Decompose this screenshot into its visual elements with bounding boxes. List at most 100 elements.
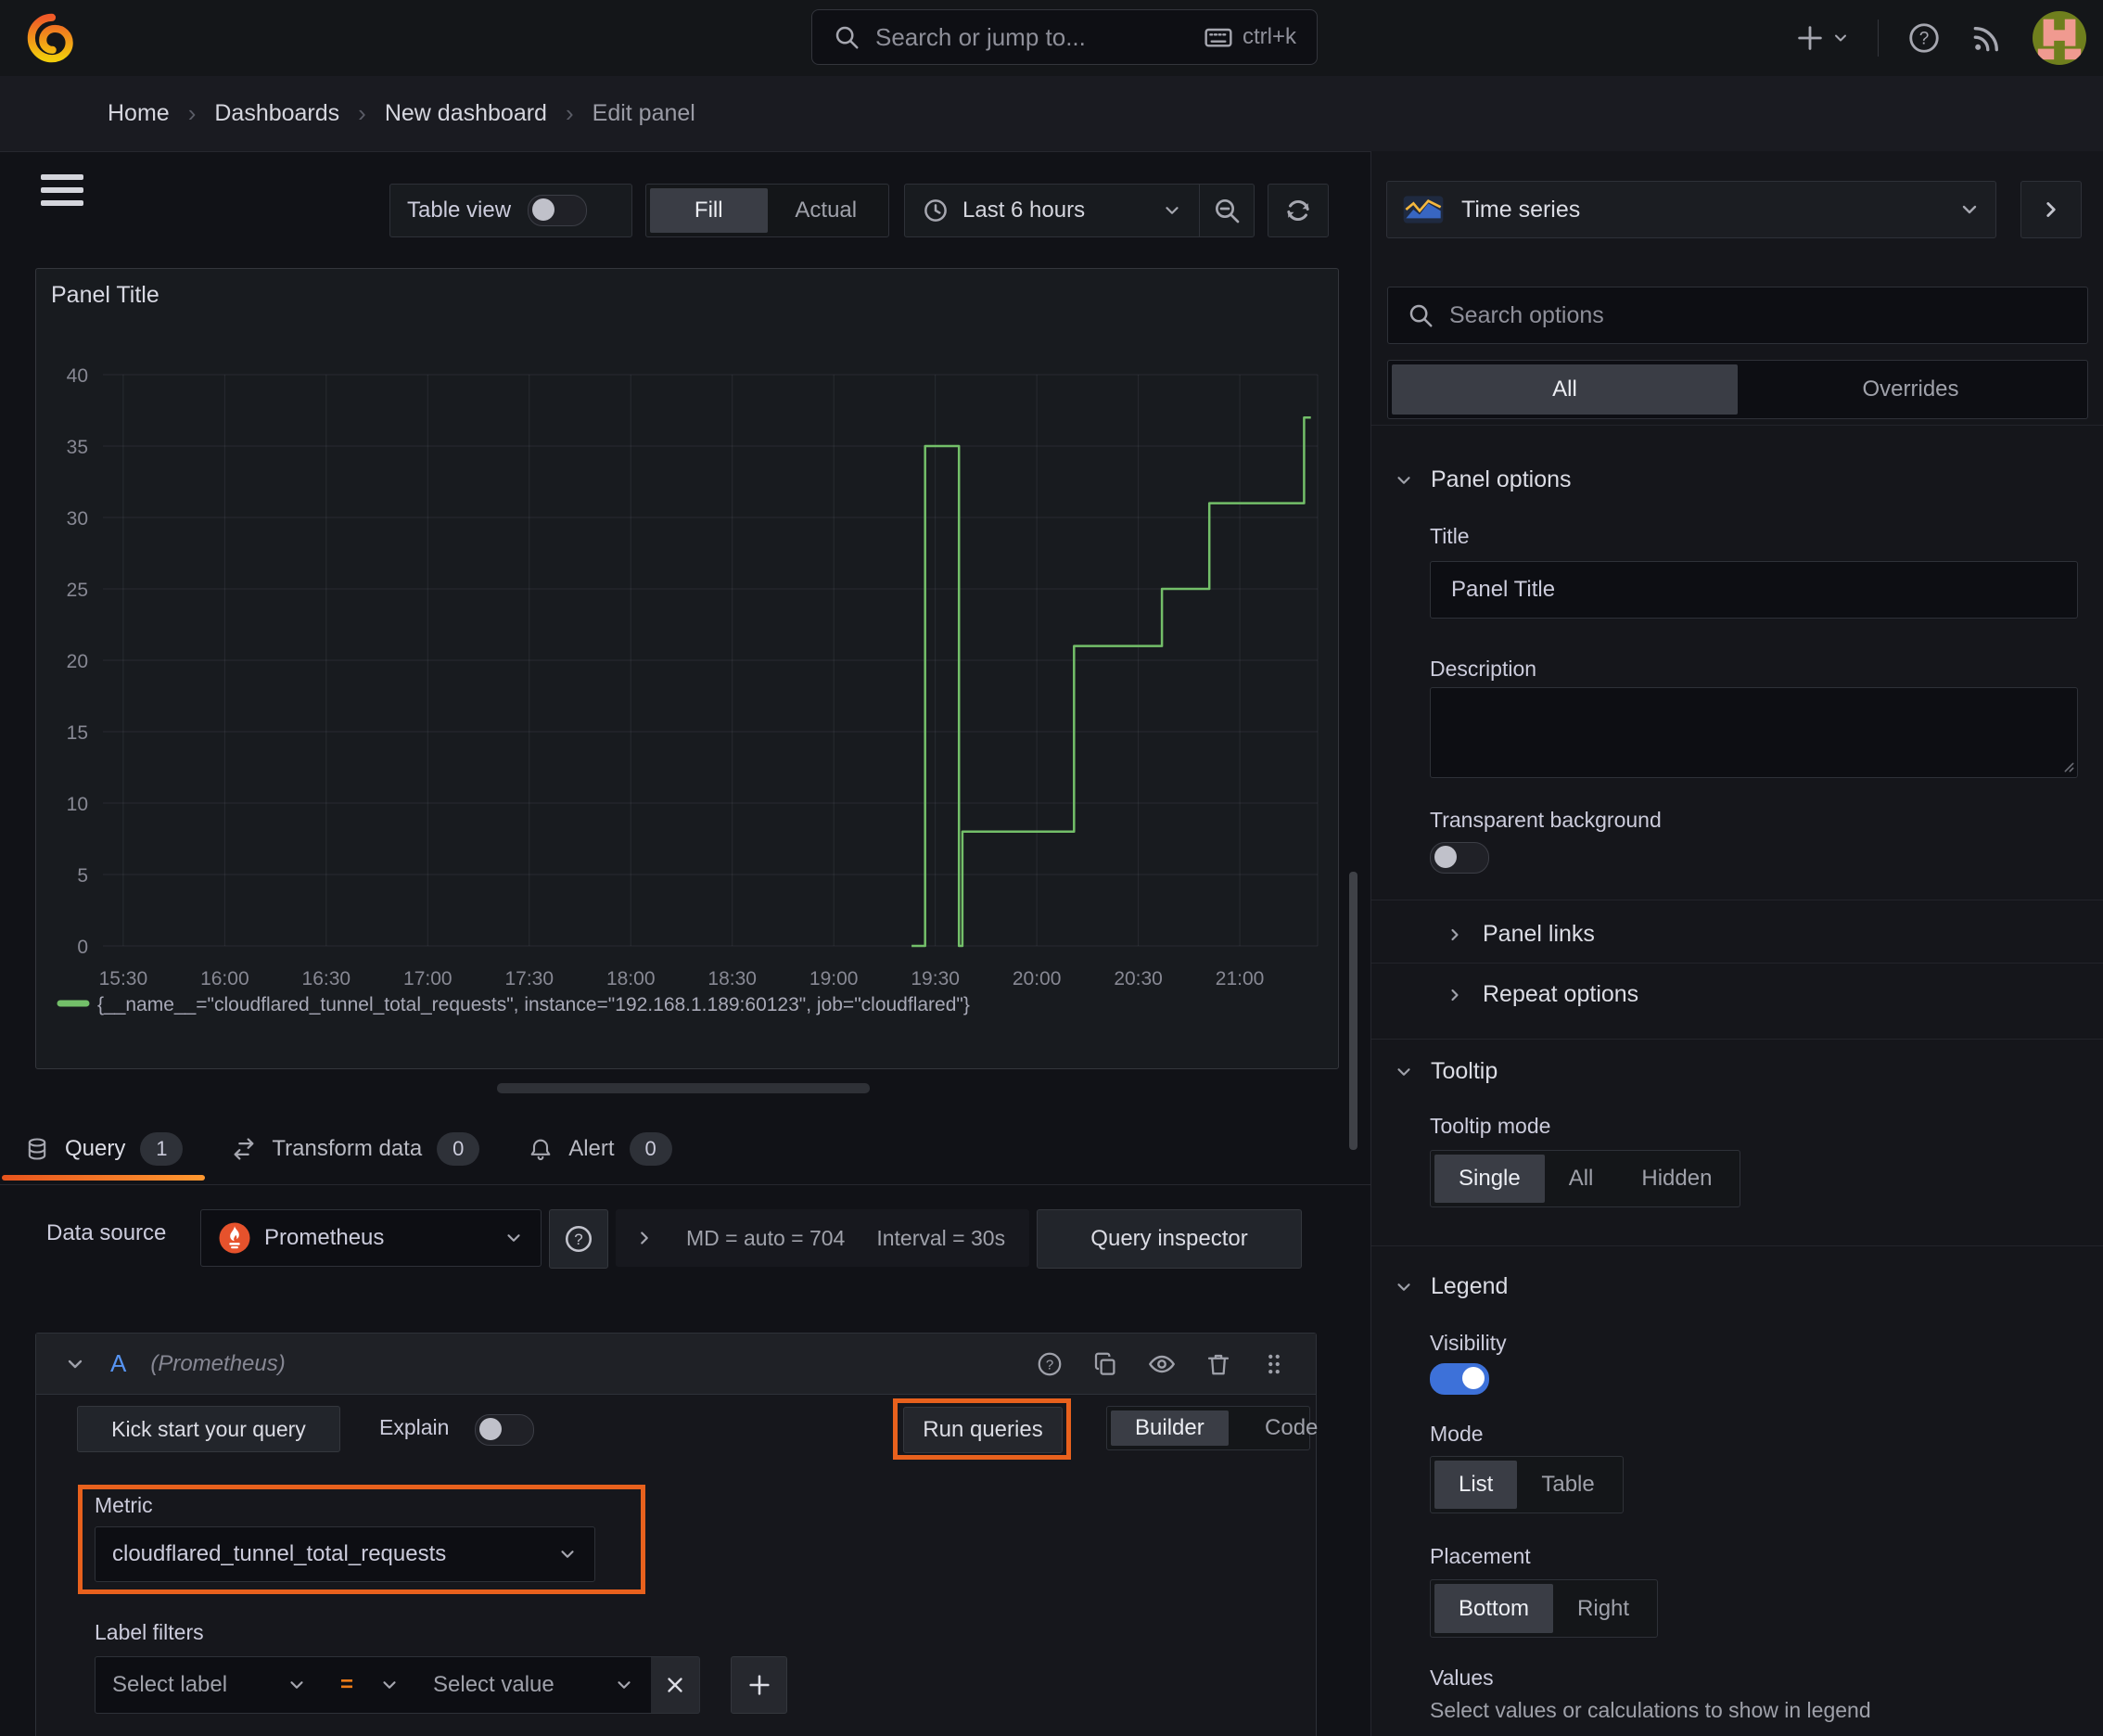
query-inspector-button[interactable]: Query inspector (1037, 1209, 1302, 1269)
chevron-down-icon (1394, 1062, 1414, 1082)
legend-placement-right[interactable]: Right (1553, 1584, 1653, 1633)
datasource-help-button[interactable]: ? (549, 1209, 608, 1269)
chevron-down-icon (614, 1675, 634, 1695)
zoom-out-button[interactable] (1200, 196, 1254, 225)
breadcrumb-home[interactable]: Home (108, 100, 170, 127)
tab-transform-data[interactable]: Transform data 0 (207, 1113, 503, 1184)
news-button[interactable] (1969, 20, 2005, 56)
repeat-options-heading: Repeat options (1483, 981, 1639, 1007)
explain-toggle[interactable] (475, 1414, 534, 1446)
legend-placement-bottom[interactable]: Bottom (1434, 1584, 1554, 1633)
legend-visibility-toggle[interactable] (1430, 1363, 1489, 1395)
tab-query[interactable]: Query 1 (0, 1113, 207, 1184)
chevron-right-icon (1446, 986, 1464, 1004)
tab-query-count: 1 (140, 1131, 184, 1166)
code-option[interactable]: Code (1229, 1410, 1355, 1446)
panel-options-heading: Panel options (1431, 466, 1572, 492)
svg-text:18:00: 18:00 (606, 968, 656, 989)
breadcrumb-dashboards[interactable]: Dashboards (214, 100, 339, 127)
menu-icon[interactable] (41, 174, 83, 206)
chevron-down-icon[interactable] (64, 1353, 86, 1375)
refresh-button[interactable] (1268, 184, 1329, 237)
chevron-right-icon (1446, 925, 1464, 944)
help-button[interactable]: ? (1906, 20, 1942, 56)
builder-option[interactable]: Builder (1111, 1410, 1229, 1446)
repeat-options-section[interactable]: Repeat options (1446, 981, 1638, 1008)
chevron-right-icon (2046, 202, 2056, 217)
svg-text:17:30: 17:30 (504, 968, 554, 989)
tooltip-mode-hidden[interactable]: Hidden (1617, 1155, 1736, 1203)
clock-icon (922, 197, 950, 224)
tooltip-section-header[interactable]: Tooltip (1394, 1058, 1498, 1085)
grafana-logo-icon[interactable] (26, 12, 78, 64)
timeseries-chart[interactable]: 0 5 10 15 20 25 30 35 40 15:30 16:00 16:30 17:00 17:3… (36, 269, 1338, 1068)
tooltip-mode-single[interactable]: Single (1434, 1155, 1545, 1203)
panel-description-textarea[interactable] (1430, 687, 2078, 778)
query-help-icon[interactable]: ? (1036, 1350, 1064, 1378)
breadcrumb-bar: Home › Dashboards › New dashboard › Edit… (0, 76, 2103, 215)
table-view-toggle[interactable] (528, 195, 588, 226)
panel-links-section[interactable]: Panel links (1446, 921, 1595, 948)
svg-text:15:30: 15:30 (99, 968, 148, 989)
select-value-dropdown[interactable]: Select value (416, 1656, 652, 1714)
operator-dropdown[interactable]: = (324, 1656, 417, 1714)
visualization-picker[interactable]: Time series (1386, 181, 1996, 238)
options-search-input[interactable]: Search options (1387, 287, 2088, 344)
add-filter-button[interactable] (731, 1656, 787, 1714)
breadcrumb-separator: › (358, 99, 366, 127)
new-menu-button[interactable] (1794, 22, 1850, 54)
tab-all[interactable]: All (1392, 364, 1738, 415)
panel-options-section-header[interactable]: Panel options (1394, 466, 1572, 493)
fill-option[interactable]: Fill (650, 188, 768, 233)
select-value-placeholder: Select value (433, 1672, 554, 1697)
delete-query-icon[interactable] (1204, 1350, 1232, 1378)
datasource-label: Data source (46, 1220, 167, 1245)
avatar[interactable] (2033, 11, 2086, 65)
table-view-label: Table view (407, 198, 512, 223)
transparent-background-toggle[interactable] (1430, 842, 1489, 874)
search-icon (833, 23, 860, 51)
chevron-down-icon (557, 1544, 578, 1564)
tab-overrides[interactable]: Overrides (1738, 364, 2084, 415)
actual-option[interactable]: Actual (768, 188, 886, 233)
textarea-resize-icon[interactable] (2058, 756, 2076, 774)
datasource-select[interactable]: Prometheus (200, 1209, 542, 1267)
drag-handle-icon[interactable] (1260, 1350, 1288, 1378)
panel-title-input[interactable] (1430, 561, 2078, 619)
tooltip-mode-all[interactable]: All (1545, 1155, 1618, 1203)
query-ref-id[interactable]: A (110, 1349, 126, 1378)
chevron-down-icon (1835, 34, 1846, 42)
hide-query-icon[interactable] (1147, 1349, 1177, 1379)
legend-section-header[interactable]: Legend (1394, 1273, 1508, 1300)
query-row-header[interactable]: A (Prometheus) ? (36, 1334, 1316, 1395)
tab-alert[interactable]: Alert 0 (503, 1113, 695, 1184)
run-queries-button[interactable]: Run queries (903, 1407, 1063, 1453)
select-label-dropdown[interactable]: Select label (95, 1656, 325, 1714)
svg-text:0: 0 (77, 937, 88, 958)
legend-values-hint: Select values or calculations to show in… (1430, 1698, 1871, 1722)
search-input[interactable]: Search or jump to... ctrl+k (811, 9, 1318, 65)
toggle-viz-picker-button[interactable] (2020, 181, 2082, 238)
visualization-name: Time series (1461, 196, 1581, 223)
svg-text:19:30: 19:30 (911, 968, 960, 989)
metric-select[interactable]: cloudflared_tunnel_total_requests (95, 1526, 595, 1582)
remove-filter-button[interactable] (651, 1656, 700, 1714)
breadcrumb-new-dashboard[interactable]: New dashboard (385, 100, 547, 127)
query-options-row[interactable]: MD = auto = 704 Interval = 30s (616, 1209, 1029, 1267)
all-overrides-segmented: All Overrides (1387, 360, 2088, 419)
pane-resize-handle[interactable] (497, 1083, 870, 1093)
plus-icon (1798, 26, 1822, 50)
time-range-picker[interactable]: Last 6 hours (905, 197, 1199, 224)
main-scrollbar[interactable] (1349, 872, 1357, 1150)
legend-mode-list[interactable]: List (1434, 1461, 1518, 1509)
search-icon (1407, 301, 1434, 329)
duplicate-query-icon[interactable] (1091, 1350, 1119, 1378)
transparent-background-label: Transparent background (1430, 808, 1662, 832)
close-icon (668, 1678, 682, 1692)
keyboard-icon (1204, 22, 1233, 52)
query-row-actions: ? (1036, 1349, 1288, 1379)
legend-values-label: Values (1430, 1666, 1494, 1690)
kick-start-query-button[interactable]: Kick start your query (77, 1406, 340, 1452)
legend-mode-table[interactable]: Table (1517, 1461, 1618, 1509)
svg-text:20:00: 20:00 (1013, 968, 1062, 989)
